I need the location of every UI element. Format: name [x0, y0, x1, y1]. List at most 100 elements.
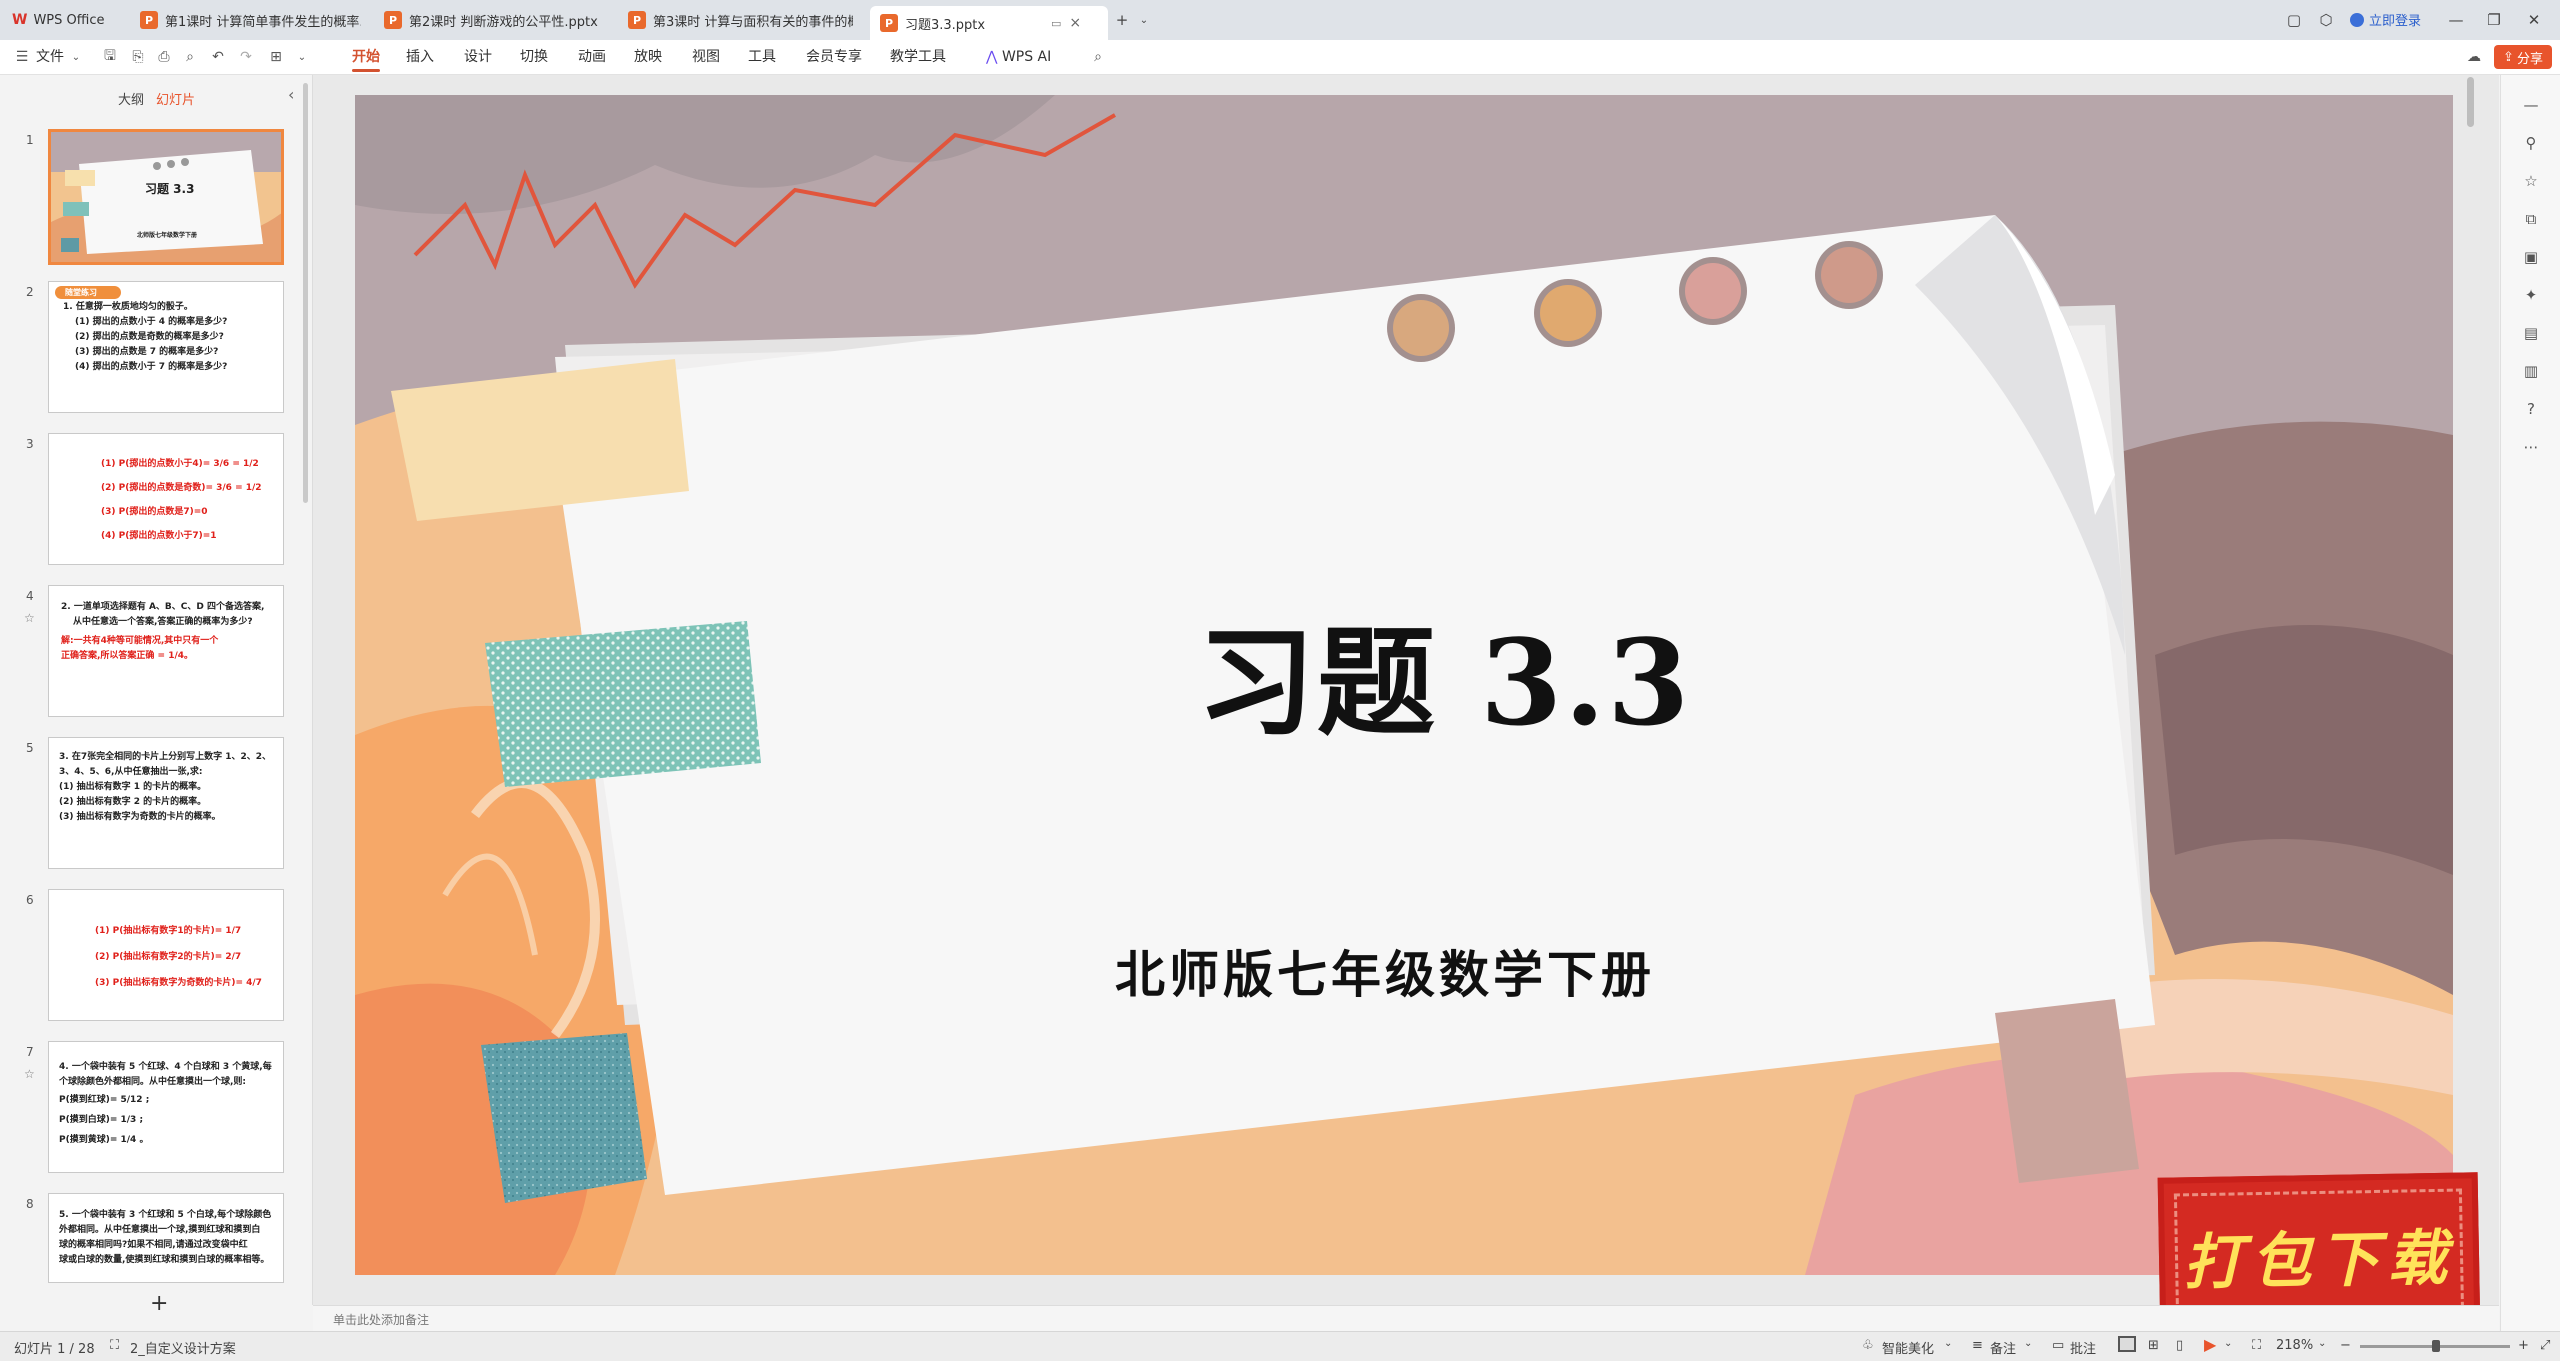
slide-thumb-3[interactable]: (1) P(掷出的点数小于4)= 3/6 = 1/2 (2) P(掷出的点数是奇… — [48, 433, 284, 565]
hamburger-icon[interactable]: ☰ — [12, 47, 32, 67]
menu-wps-ai[interactable]: ⋀ WPS AI — [986, 40, 1051, 74]
more-icon[interactable]: ⌄ — [292, 47, 312, 67]
reading-view-icon[interactable]: ▯ — [2176, 1338, 2183, 1353]
thumb-line: (2) 抽出标有数字 2 的卡片的概率。 — [59, 797, 207, 807]
fullscreen-icon[interactable]: ⤢ — [2540, 1338, 2550, 1353]
slides-tab[interactable]: 幻灯片 — [156, 89, 195, 108]
window-icon[interactable]: ▢ — [2284, 10, 2304, 30]
more-icon[interactable]: ⋯ — [2521, 437, 2541, 457]
undo-icon[interactable]: ↶ — [208, 47, 228, 67]
cloud-sync-icon[interactable]: ☁ — [2464, 47, 2484, 67]
chevron-down-icon[interactable]: ⌄ — [1944, 1338, 1952, 1349]
zoom-level[interactable]: 218% — [2276, 1338, 2313, 1353]
magic-icon[interactable]: ✦ — [2521, 285, 2541, 305]
menu-member[interactable]: 会员专享 — [806, 40, 862, 74]
print-preview-icon[interactable]: ⌕ — [180, 47, 200, 67]
play-icon[interactable]: ▶ — [2204, 1335, 2216, 1354]
login-button[interactable]: 立即登录 — [2350, 10, 2421, 29]
doc-tab-active[interactable]: P 习题3.3.pptx ▭ × — [870, 6, 1108, 40]
menu-tools[interactable]: 工具 — [748, 40, 776, 74]
redo-icon[interactable]: ↷ — [236, 47, 256, 67]
chevron-down-icon[interactable]: ⌄ — [66, 47, 86, 67]
file-menu[interactable]: 文件 — [36, 40, 64, 74]
document-icon[interactable]: ▥ — [2521, 361, 2541, 381]
zoom-slider-thumb[interactable] — [2432, 1340, 2440, 1352]
fit-window-icon[interactable]: ⛶ — [2252, 1338, 2261, 1353]
print-icon[interactable]: ⎙ — [154, 47, 174, 67]
menu-home[interactable]: 开始 — [352, 40, 380, 74]
copy-icon[interactable]: ⧉ — [2521, 209, 2541, 229]
star-icon[interactable]: ☆ — [2521, 171, 2541, 191]
menu-bar: ☰ 文件 ⌄ 🖫 ⎘ ⎙ ⌕ ↶ ↷ ⊞ ⌄ 开始 插入 设计 切换 动画 放映… — [0, 40, 2560, 75]
tab-list-icon[interactable]: ⌄ — [1134, 10, 1154, 30]
notes-placeholder[interactable]: 单击此处添加备注 — [333, 1311, 429, 1328]
image-icon[interactable]: ▣ — [2521, 247, 2541, 267]
notes-button[interactable]: 备注 — [1990, 1338, 2016, 1357]
menu-design[interactable]: 设计 — [464, 40, 492, 74]
new-tab-icon[interactable]: + — [1112, 10, 1132, 30]
monitor-icon[interactable]: ▭ — [1051, 17, 1061, 30]
chevron-down-icon[interactable]: ⌄ — [2024, 1338, 2032, 1349]
format-painter-icon[interactable]: ⊞ — [266, 47, 286, 67]
slide-subtitle[interactable]: 北师版七年级数学下册 — [1115, 935, 1655, 1007]
notes-bar[interactable]: 单击此处添加备注 — [313, 1305, 2499, 1332]
close-window-icon[interactable]: ✕ — [2524, 10, 2544, 30]
menu-insert[interactable]: 插入 — [406, 40, 434, 74]
minimize-icon[interactable]: — — [2446, 10, 2466, 30]
zoom-in-icon[interactable]: + — [2518, 1338, 2529, 1353]
doc-tab-1[interactable]: P 第1课时 计算简单事件发生的概率.pptx — [140, 4, 368, 36]
thumb-line: (1) P(抽出标有数字1的卡片)= 1/7 — [95, 926, 242, 936]
collapse-icon[interactable]: — — [2521, 95, 2541, 115]
star-icon[interactable]: ☆ — [24, 611, 35, 625]
slide-thumb-5[interactable]: 3. 在7张完全相同的卡片上分别写上数字 1、2、2、 3、4、5、6,从中任意… — [48, 737, 284, 869]
book-icon[interactable]: ▤ — [2521, 323, 2541, 343]
slide-counter: 幻灯片 1 / 28 — [14, 1342, 95, 1357]
search-icon[interactable]: ⌕ — [1088, 47, 1108, 67]
menu-view[interactable]: 视图 — [692, 40, 720, 74]
share-button[interactable]: ⇪ 分享 — [2494, 45, 2552, 69]
slide-thumb-8[interactable]: 5. 一个袋中装有 3 个红球和 5 个白球,每个球除颜色 外都相同。从中任意摸… — [48, 1193, 284, 1283]
cube-icon[interactable]: ⬡ — [2316, 10, 2336, 30]
properties-icon[interactable]: ⚲ — [2521, 133, 2541, 153]
smart-beautify-button[interactable]: 智能美化 — [1882, 1338, 1934, 1357]
thumb-subtitle: 北师版七年级数学下册 — [137, 232, 198, 239]
wps-logo-icon: W — [12, 12, 28, 28]
doc-tab-3[interactable]: P 第3课时 计算与面积有关的事件的概率 — [628, 4, 858, 36]
close-tab-icon[interactable]: × — [1069, 15, 1081, 31]
theme-name[interactable]: 2_自定义设计方案 — [130, 1338, 236, 1357]
save-icon[interactable]: 🖫 — [100, 47, 120, 67]
theme-icon[interactable]: ⛶ — [110, 1338, 119, 1353]
slide-thumb-7[interactable]: 4. 一个袋中装有 5 个红球、4 个白球和 3 个黄球,每 个球除颜色外都相同… — [48, 1041, 284, 1173]
menu-slideshow[interactable]: 放映 — [634, 40, 662, 74]
panel-scrollbar[interactable] — [303, 83, 308, 503]
current-slide[interactable]: 习题 3.3 北师版七年级数学下册 — [355, 95, 2453, 1275]
slide-thumb-4[interactable]: 2. 一道单项选择题有 A、B、C、D 四个备选答案, 从中任意选一个答案,答案… — [48, 585, 284, 717]
thumb-line: (1) P(掷出的点数小于4)= 3/6 = 1/2 — [101, 459, 259, 469]
comment-button[interactable]: 批注 — [2070, 1338, 2096, 1357]
wps-home-tab[interactable]: W WPS Office — [12, 4, 132, 36]
export-pdf-icon[interactable]: ⎘ — [128, 47, 148, 67]
slide-title[interactable]: 习题 3.3 — [1197, 587, 1691, 758]
canvas-scrollbar[interactable] — [2467, 77, 2474, 127]
doc-tab-label: 第1课时 计算简单事件发生的概率.pptx — [165, 14, 361, 30]
outline-tab[interactable]: 大纲 — [118, 89, 144, 108]
chevron-down-icon[interactable]: ⌄ — [2318, 1338, 2326, 1349]
slide-sorter-icon[interactable]: ⊞ — [2148, 1338, 2159, 1353]
restore-icon[interactable]: ❐ — [2484, 10, 2504, 30]
collapse-panel-icon[interactable]: ‹ — [288, 85, 294, 104]
help-icon[interactable]: ? — [2521, 399, 2541, 419]
normal-view-icon[interactable] — [2118, 1336, 2136, 1352]
star-icon[interactable]: ☆ — [24, 1067, 35, 1081]
slide-thumb-1[interactable]: 习题 3.3 北师版七年级数学下册 — [48, 129, 284, 265]
chevron-down-icon[interactable]: ⌄ — [2224, 1338, 2232, 1349]
doc-tab-label: 第3课时 计算与面积有关的事件的概率 — [653, 14, 853, 30]
thumb-line: (3) P(抽出标有数字为奇数的卡片)= 4/7 — [95, 978, 262, 988]
menu-teaching-tools[interactable]: 教学工具 — [890, 40, 946, 74]
slide-thumb-2[interactable]: 随堂练习 1. 任意掷一枚质地均匀的骰子。 (1) 掷出的点数小于 4 的概率是… — [48, 281, 284, 413]
slide-thumb-6[interactable]: (1) P(抽出标有数字1的卡片)= 1/7 (2) P(抽出标有数字2的卡片)… — [48, 889, 284, 1021]
menu-transition[interactable]: 切换 — [520, 40, 548, 74]
add-slide-button[interactable]: + — [150, 1291, 168, 1316]
zoom-out-icon[interactable]: − — [2340, 1338, 2351, 1353]
menu-animation[interactable]: 动画 — [578, 40, 606, 74]
doc-tab-2[interactable]: P 第2课时 判断游戏的公平性.pptx — [384, 4, 614, 36]
